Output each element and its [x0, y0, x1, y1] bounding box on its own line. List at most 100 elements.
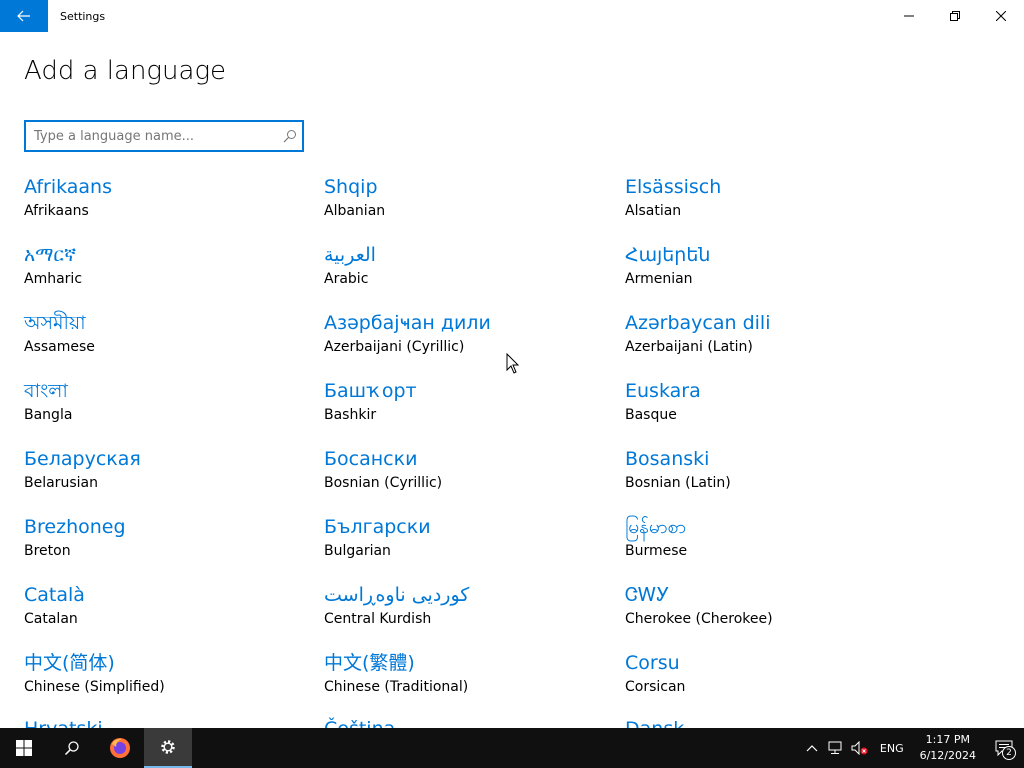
language-english-name: Bosnian (Latin) — [625, 475, 731, 491]
language-item[interactable]: Босански Bosnian (Cyrillic) — [324, 446, 604, 506]
language-item[interactable]: Corsu Corsican — [625, 650, 905, 710]
input-language-indicator[interactable]: ENG — [872, 742, 912, 755]
language-native-name: Brezhoneg — [24, 516, 126, 538]
language-item[interactable]: Dansk — [625, 716, 905, 728]
back-button[interactable] — [0, 0, 48, 32]
language-item[interactable]: Čeština — [324, 716, 604, 728]
language-item[interactable]: မြန်မာစာ Burmese — [625, 514, 905, 574]
close-icon — [996, 11, 1006, 21]
language-native-name: বাংলা — [24, 380, 68, 402]
language-native-name: ᏣᎳᎩ — [625, 584, 670, 606]
language-native-name: العربية — [324, 244, 376, 266]
language-item[interactable]: 中文(简体) Chinese (Simplified) — [24, 650, 304, 710]
language-english-name: Albanian — [324, 203, 386, 219]
system-tray: ENG 1:17 PM 6/12/2024 2 — [800, 728, 1024, 768]
language-item[interactable]: Brezhoneg Breton — [24, 514, 304, 574]
language-search-box[interactable] — [24, 120, 304, 152]
settings-window: Settings Add a language AfrikaansAfrikaa… — [0, 0, 1024, 728]
search-icon — [64, 741, 79, 756]
mouse-cursor-icon — [506, 353, 520, 374]
language-english-name: Azerbaijani (Cyrillic) — [324, 339, 465, 355]
language-english-name: Assamese — [24, 339, 95, 355]
language-english-name: Bosnian (Cyrillic) — [324, 475, 443, 491]
language-english-name: Breton — [24, 543, 71, 559]
minimize-icon — [904, 15, 914, 17]
language-native-name: Čeština — [324, 716, 604, 728]
search-icon — [283, 130, 296, 143]
language-item[interactable]: العربية Arabic — [324, 242, 604, 302]
language-native-name: Босански — [324, 448, 418, 470]
app-title: Settings — [60, 9, 106, 23]
settings-taskbar-button[interactable] — [144, 728, 192, 768]
language-item[interactable]: Հայերեն Armenian — [625, 242, 905, 302]
back-arrow-icon — [17, 10, 30, 22]
language-english-name: Bangla — [24, 407, 73, 423]
language-item[interactable]: Беларуская Belarusian — [24, 446, 304, 506]
language-item[interactable]: বাংলা Bangla — [24, 378, 304, 438]
notification-count-badge: 2 — [1002, 746, 1016, 760]
language-item[interactable]: 中文(繁體) Chinese (Traditional) — [324, 650, 604, 710]
language-english-name: Catalan — [24, 611, 78, 627]
language-english-name: Corsican — [625, 679, 686, 695]
language-item[interactable]: Afrikaans Afrikaans — [24, 174, 304, 234]
minimize-button[interactable] — [886, 0, 932, 32]
language-item[interactable]: کوردیی ناوەڕاست Central Kurdish — [324, 582, 604, 642]
start-button[interactable] — [0, 728, 48, 768]
language-english-name: Arabic — [324, 271, 369, 287]
language-english-name: Basque — [625, 407, 677, 423]
network-button[interactable] — [824, 728, 848, 768]
restore-button[interactable] — [932, 0, 978, 32]
language-item[interactable]: Català Catalan — [24, 582, 304, 642]
language-native-name: Català — [24, 584, 85, 606]
language-native-name: Corsu — [625, 652, 680, 674]
language-item[interactable]: Bosanski Bosnian (Latin) — [625, 446, 905, 506]
language-search-input[interactable] — [34, 126, 274, 146]
clock-time: 1:17 PM — [925, 733, 970, 746]
volume-button[interactable] — [848, 728, 872, 768]
language-english-name: Armenian — [625, 271, 693, 287]
clock[interactable]: 1:17 PM 6/12/2024 — [912, 732, 984, 764]
chevron-up-icon — [806, 745, 818, 752]
close-button[interactable] — [978, 0, 1024, 32]
language-item[interactable]: Азәрбајҹан дили Azerbaijani (Cyrillic) — [324, 310, 604, 370]
language-native-name: Hrvatski — [24, 716, 304, 728]
title-bar: Settings — [0, 0, 1024, 32]
language-english-name: Alsatian — [625, 203, 682, 219]
clock-date: 6/12/2024 — [919, 749, 976, 762]
language-item[interactable]: অসমীয়া Assamese — [24, 310, 304, 370]
language-item[interactable]: Български Bulgarian — [324, 514, 604, 574]
firefox-icon — [110, 738, 130, 758]
language-native-name: Azərbaycan dili — [625, 312, 771, 334]
search-button[interactable] — [48, 728, 96, 768]
language-english-name: Azerbaijani (Latin) — [625, 339, 753, 355]
language-native-name: Башҡорт — [324, 380, 417, 402]
language-native-name: မြန်မာစာ — [625, 516, 687, 538]
language-item[interactable]: ᏣᎳᎩ Cherokee (Cherokee) — [625, 582, 905, 642]
gear-icon — [161, 740, 175, 754]
language-item[interactable]: Euskara Basque — [625, 378, 905, 438]
network-icon — [828, 741, 842, 754]
language-english-name: Amharic — [24, 271, 83, 287]
language-item[interactable]: Shqip Albanian — [324, 174, 604, 234]
show-hidden-icons-button[interactable] — [800, 728, 824, 768]
language-item[interactable]: Hrvatski — [24, 716, 304, 728]
language-native-name: کوردیی ناوەڕاست — [324, 584, 470, 606]
language-item[interactable]: Башҡорт Bashkir — [324, 378, 604, 438]
language-item[interactable]: Azərbaycan dili Azerbaijani (Latin) — [625, 310, 905, 370]
page-title: Add a language — [24, 56, 227, 86]
language-native-name: አማርኛ — [24, 244, 77, 266]
language-native-name: Shqip — [324, 176, 378, 198]
language-native-name: Азәрбајҹан дили — [324, 312, 491, 334]
volume-muted-icon — [851, 741, 868, 755]
language-english-name: Belarusian — [24, 475, 98, 491]
language-english-name: Bashkir — [324, 407, 377, 423]
language-item[interactable]: Elsässisch Alsatian — [625, 174, 905, 234]
action-center-button[interactable]: 2 — [984, 728, 1024, 768]
language-native-name: 中文(繁體) — [324, 652, 415, 674]
language-native-name: Afrikaans — [24, 176, 112, 198]
language-item[interactable]: አማርኛ Amharic — [24, 242, 304, 302]
language-native-name: অসমীয়া — [24, 312, 86, 334]
language-native-name: 中文(简体) — [24, 652, 115, 674]
firefox-button[interactable] — [96, 728, 144, 768]
language-native-name: Հայերեն — [625, 244, 711, 266]
